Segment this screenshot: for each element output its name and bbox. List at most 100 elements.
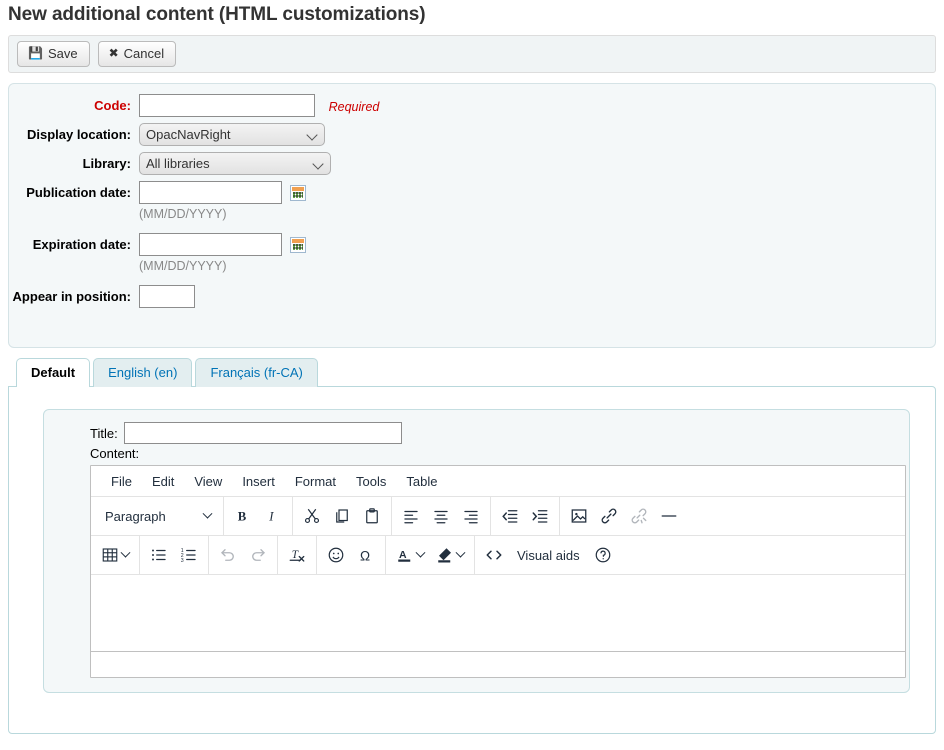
toolbar-group-indent (491, 497, 560, 535)
code-row: Code: Required (9, 94, 935, 117)
menu-file[interactable]: File (101, 470, 142, 493)
expiration-date-label: Expiration date: (32, 237, 131, 252)
publication-date-row: Publication date: (MM/DD/YYYY) (9, 181, 935, 221)
tab-english-en[interactable]: English (en) (93, 358, 193, 387)
table-icon[interactable] (95, 541, 125, 569)
tinymce-menubar: File Edit View Insert Format Tools Table (91, 466, 905, 497)
toolbar-group-clipboard (293, 497, 392, 535)
svg-text:I: I (268, 510, 274, 524)
save-button[interactable]: 💾 Save (17, 41, 90, 67)
library-select[interactable]: All libraries (139, 152, 331, 175)
outdent-icon[interactable] (495, 502, 525, 530)
toolbar-group-symbols: Ω (317, 536, 386, 574)
publication-date-label: Publication date: (26, 185, 131, 200)
library-row: Library: All libraries (9, 152, 935, 175)
save-button-label: Save (47, 46, 78, 61)
title-row: Title: (58, 422, 895, 444)
publication-date-hint: (MM/DD/YYYY) (139, 207, 227, 221)
display-location-select[interactable]: OpacNavRight (139, 123, 325, 146)
format-select-value: Paragraph (105, 508, 166, 524)
bold-icon[interactable]: B (228, 502, 258, 530)
table-split-button[interactable] (95, 541, 135, 569)
toolbar-group-insert (560, 497, 688, 535)
display-location-select-wrap: OpacNavRight (139, 123, 325, 146)
align-left-icon[interactable] (396, 502, 426, 530)
tinymce-editor: File Edit View Insert Format Tools Table… (90, 465, 906, 678)
editor-fieldset: Title: Content: File Edit View Insert Fo… (43, 409, 910, 693)
toolbar-group-colors: A (386, 536, 475, 574)
copy-icon[interactable] (327, 502, 357, 530)
background-color-icon[interactable] (430, 541, 460, 569)
menu-format[interactable]: Format (285, 470, 346, 493)
undo-icon[interactable] (213, 541, 243, 569)
emoticon-icon[interactable] (321, 541, 351, 569)
clear-formatting-icon[interactable]: T (282, 541, 312, 569)
special-character-icon[interactable]: Ω (351, 541, 381, 569)
expiration-date-hint: (MM/DD/YYYY) (139, 259, 227, 273)
position-label: Appear in position: (12, 289, 131, 304)
menu-tools[interactable]: Tools (346, 470, 396, 493)
redo-icon[interactable] (243, 541, 273, 569)
svg-text:Ω: Ω (360, 548, 370, 563)
title-input[interactable] (123, 422, 402, 444)
menu-view[interactable]: View (184, 470, 232, 493)
x-mark-icon: ✖ (108, 46, 119, 60)
visual-aids-button[interactable]: Visual aids (509, 548, 588, 563)
align-right-icon[interactable] (456, 502, 486, 530)
italic-icon[interactable]: I (258, 502, 288, 530)
expiration-date-row: Expiration date: (MM/DD/YYYY) (9, 233, 935, 273)
background-color-split-button[interactable] (430, 541, 470, 569)
library-select-wrap: All libraries (139, 152, 331, 175)
tab-francais-fr-ca[interactable]: Français (fr-CA) (195, 358, 318, 387)
toolbar-group-style: B I (224, 497, 293, 535)
page-title: New additional content (HTML customizati… (8, 4, 426, 25)
source-code-icon[interactable] (479, 541, 509, 569)
tinymce-status-bar (91, 651, 905, 677)
publication-date-input[interactable] (139, 181, 282, 204)
bullet-list-icon[interactable] (144, 541, 174, 569)
horizontal-rule-icon[interactable] (654, 502, 684, 530)
format-select[interactable]: Paragraph (95, 502, 219, 530)
toolbar-group-history (209, 536, 278, 574)
help-icon[interactable] (588, 541, 618, 569)
menu-insert[interactable]: Insert (232, 470, 285, 493)
chevron-down-icon (202, 508, 213, 519)
toolbar-group-clear: T (278, 536, 317, 574)
content-details-fieldset: Code: Required Display location: OpacNav… (8, 83, 936, 348)
language-tabs: Default English (en) Français (fr-CA) (8, 358, 936, 387)
toolbar-group-format: Paragraph (91, 497, 224, 535)
toolbar-group-tools: Visual aids (475, 536, 622, 574)
menu-table[interactable]: Table (396, 470, 447, 493)
expiration-date-input[interactable] (139, 233, 282, 256)
cancel-button[interactable]: ✖ Cancel (97, 41, 177, 67)
content-label: Content: (90, 446, 140, 461)
tab-default[interactable]: Default (16, 358, 91, 387)
position-row: Appear in position: (9, 285, 935, 308)
paste-icon[interactable] (357, 502, 387, 530)
svg-text:A: A (399, 549, 407, 561)
floppy-disk-icon: 💾 (28, 46, 43, 60)
indent-icon[interactable] (525, 502, 555, 530)
code-input[interactable] (139, 94, 315, 117)
code-required-note: Required (328, 99, 380, 114)
align-center-icon[interactable] (426, 502, 456, 530)
title-label: Title: (90, 425, 118, 441)
svg-text:B: B (238, 510, 247, 524)
unlink-icon[interactable] (624, 502, 654, 530)
cut-icon[interactable] (297, 502, 327, 530)
svg-text:3: 3 (181, 558, 184, 564)
numbered-list-icon[interactable]: 1 2 3 (174, 541, 204, 569)
calendar-icon[interactable] (289, 184, 306, 201)
library-label: Library: (82, 156, 131, 171)
position-input[interactable] (139, 285, 195, 308)
text-color-split-button[interactable]: A (390, 541, 430, 569)
text-color-icon[interactable]: A (390, 541, 420, 569)
insert-link-icon[interactable] (594, 502, 624, 530)
toolbar-group-align (392, 497, 491, 535)
menu-edit[interactable]: Edit (142, 470, 184, 493)
tinymce-content-area[interactable] (91, 575, 905, 651)
toolbar-group-table (91, 536, 140, 574)
calendar-icon[interactable] (289, 236, 306, 253)
insert-image-icon[interactable] (564, 502, 594, 530)
action-toolbar: 💾 Save ✖ Cancel (8, 35, 936, 73)
